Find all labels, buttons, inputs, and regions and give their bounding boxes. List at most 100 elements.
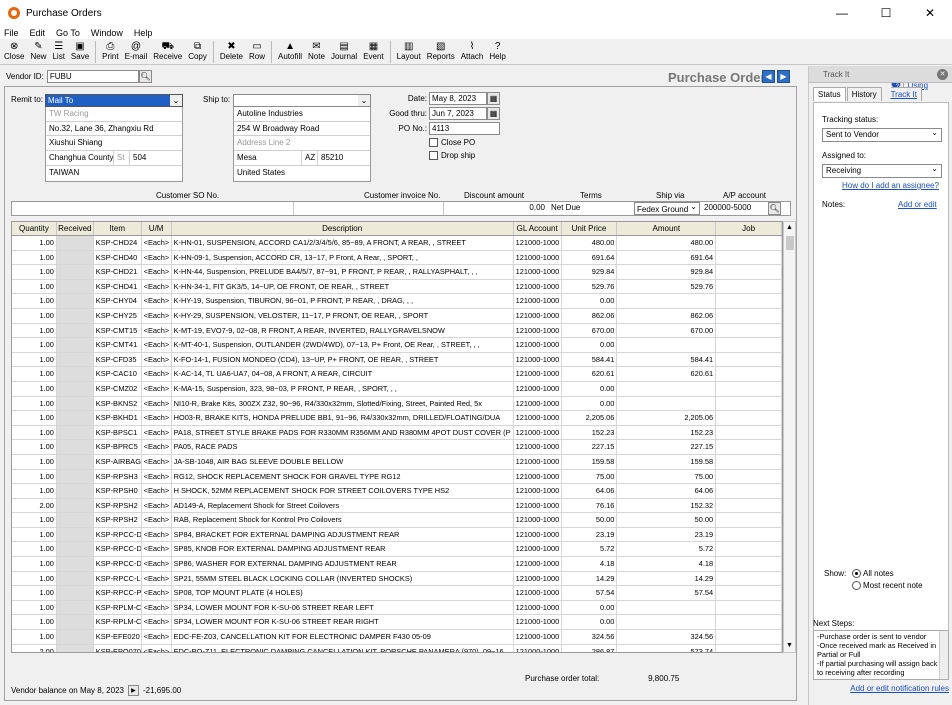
email-button[interactable]: @ E-mail (125, 39, 148, 62)
cell-amount[interactable]: 324.56 (617, 630, 717, 644)
cell-received[interactable] (56, 425, 94, 440)
cell-gl-account[interactable]: 121000-1000 (514, 644, 562, 652)
cell-quantity[interactable]: 1.00 (12, 308, 57, 323)
maximize-button[interactable]: ☐ (864, 0, 908, 26)
cell-um[interactable]: <Each> (142, 513, 172, 527)
cell-job[interactable] (716, 396, 782, 411)
cell-um[interactable]: <Each> (142, 600, 172, 615)
chevron-down-icon[interactable]: ⌄ (170, 95, 182, 106)
cell-um[interactable]: <Each> (142, 454, 172, 469)
cell-received[interactable] (56, 367, 94, 381)
cell-job[interactable] (716, 352, 782, 367)
table-row[interactable]: 1.00 KSP-CHY25 <Each> K-HY-29, SUSPENSION, … (12, 308, 782, 324)
cell-job[interactable] (716, 571, 782, 586)
cell-quantity[interactable]: 1.00 (12, 250, 57, 265)
cell-gl-account[interactable]: 121000-1000 (514, 469, 562, 484)
minimize-button[interactable]: — (820, 0, 864, 26)
cell-quantity[interactable]: 1.00 (12, 484, 57, 498)
cell-amount[interactable]: 529.76 (617, 279, 717, 294)
cell-amount[interactable]: 2,205.06 (617, 411, 717, 425)
table-row[interactable]: 1.00 KSP-BPSC1 <Each> PA18, STREET STYLE BR… (12, 425, 782, 441)
column-header-quantity[interactable]: Quantity (12, 222, 57, 235)
cell-item[interactable]: KSP-CHD41 (94, 279, 142, 294)
cell-quantity[interactable]: 1.00 (12, 469, 57, 484)
cell-description[interactable]: RAB, Replacement Shock for Kontrol Pro C… (172, 513, 514, 527)
cell-quantity[interactable]: 1.00 (12, 571, 57, 586)
cell-item[interactable]: KSP-RPCC-P (94, 586, 142, 600)
po-number-input[interactable]: 4113 (429, 122, 500, 135)
cell-job[interactable] (716, 250, 782, 265)
close-window-button[interactable]: ✕ (908, 0, 952, 26)
cell-gl-account[interactable]: 121000-1000 (514, 527, 562, 542)
cell-amount[interactable] (617, 600, 717, 615)
cell-gl-account[interactable]: 121000-1000 (514, 425, 562, 440)
cell-unit-price[interactable]: 2,205.06 (562, 411, 618, 425)
menu-goto[interactable]: Go To (56, 28, 80, 38)
cell-unit-price[interactable]: 0.00 (562, 338, 618, 352)
cell-received[interactable] (56, 615, 94, 630)
cell-amount[interactable]: 691.64 (617, 250, 717, 265)
remit-to-select[interactable]: Mail To ⌄ (45, 94, 183, 107)
cell-amount[interactable]: 670.00 (617, 323, 717, 338)
cell-description[interactable]: K-HY-19, Suspension, TIBURON, 96~01, P F… (172, 294, 514, 308)
cell-description[interactable]: SP34, LOWER MOUNT FOR K-SU-06 STREET REA… (172, 600, 514, 615)
table-row[interactable]: 1.00 KSP-BPRC5 <Each> PA05, RACE PADS 121000… (12, 440, 782, 455)
cell-description[interactable]: K-HN-09-1, Suspension, ACCORD CR, 13~17,… (172, 250, 514, 265)
cell-unit-price[interactable]: 4.18 (562, 557, 618, 571)
ap-account-input[interactable]: 200000-5000 (704, 203, 751, 212)
cell-amount[interactable]: 50.00 (617, 513, 717, 527)
cell-job[interactable] (716, 630, 782, 644)
cell-job[interactable] (716, 586, 782, 600)
cell-item[interactable]: KSP-RPLM-C (94, 615, 142, 630)
cell-received[interactable] (56, 498, 94, 513)
help-button[interactable]: ? Help (489, 39, 505, 62)
calendar-icon[interactable]: ▦ (487, 107, 500, 120)
cell-received[interactable] (56, 600, 94, 615)
cell-um[interactable]: <Each> (142, 396, 172, 411)
cell-amount[interactable]: 862.06 (617, 308, 717, 323)
discount-input[interactable]: 0.00 (452, 203, 548, 212)
cell-received[interactable] (56, 338, 94, 352)
table-row[interactable]: 1.00 KSP-RPCC-D <Each> SP86, WASHER FOR EXT… (12, 557, 782, 572)
customer-invoice-input[interactable] (294, 202, 444, 215)
cell-gl-account[interactable]: 121000-1000 (514, 367, 562, 381)
cell-unit-price[interactable]: 5.72 (562, 542, 618, 557)
table-row[interactable]: 1.00 KSP-BKNS2 <Each> NI10-R, Brake Kits, 3… (12, 396, 782, 412)
column-header-amount[interactable]: Amount (617, 222, 717, 235)
cell-um[interactable]: <Each> (142, 308, 172, 323)
table-row[interactable]: 1.00 KSP-CHD21 <Each> K-HN-44, Suspension, … (12, 265, 782, 280)
cell-description[interactable]: K-MA-15, Suspension, 323, 98~03, P FRONT… (172, 381, 514, 396)
cell-received[interactable] (56, 542, 94, 557)
cell-quantity[interactable]: 1.00 (12, 338, 57, 352)
table-row[interactable]: 1.00 KSP-EFE020 <Each> EDC-FE-Z03, CANCELLA… (12, 630, 782, 645)
cell-item[interactable]: KSP-EFE020 (94, 630, 142, 644)
cell-item[interactable]: KSP-RPCC-D (94, 557, 142, 571)
cell-um[interactable]: <Each> (142, 527, 172, 542)
cell-description[interactable]: K-HN-01, SUSPENSION, ACCORD CA1/2/3/4/5/… (172, 236, 514, 250)
cell-job[interactable] (716, 527, 782, 542)
cell-unit-price[interactable]: 14.29 (562, 571, 618, 586)
cell-quantity[interactable]: 1.00 (12, 425, 57, 440)
cell-job[interactable] (716, 308, 782, 323)
table-row[interactable]: 1.00 KSP-RPCC-L <Each> SP21, 55MM STEEL BLA… (12, 571, 782, 587)
cell-received[interactable] (56, 454, 94, 469)
cell-amount[interactable]: 159.58 (617, 454, 717, 469)
cell-description[interactable]: K-AC-14, TL UA6-UA7, 04~08, A FRONT, A R… (172, 367, 514, 381)
cell-gl-account[interactable]: 121000-1000 (514, 236, 562, 250)
cell-received[interactable] (56, 236, 94, 250)
remit-line2[interactable]: Xiushui Shiang (46, 136, 182, 151)
cell-description[interactable]: AD149-A, Replacement Shock for Street Co… (172, 498, 514, 513)
cell-amount[interactable] (617, 396, 717, 411)
cell-received[interactable] (56, 527, 94, 542)
cell-um[interactable]: <Each> (142, 250, 172, 265)
cell-description[interactable]: K-HN-34-1, FIT GK3/5, 14~UP, OE FRONT, O… (172, 279, 514, 294)
cell-job[interactable] (716, 367, 782, 381)
cell-received[interactable] (56, 381, 94, 396)
cell-um[interactable]: <Each> (142, 630, 172, 644)
cell-quantity[interactable]: 1.00 (12, 527, 57, 542)
cell-unit-price[interactable]: 286.87 (562, 644, 618, 652)
vendor-lookup-icon[interactable]: 🔍︎ (138, 70, 152, 83)
close-button[interactable]: ⊗ Close (4, 39, 24, 62)
cell-um[interactable]: <Each> (142, 294, 172, 308)
scroll-down-icon[interactable]: ▼ (784, 640, 795, 652)
